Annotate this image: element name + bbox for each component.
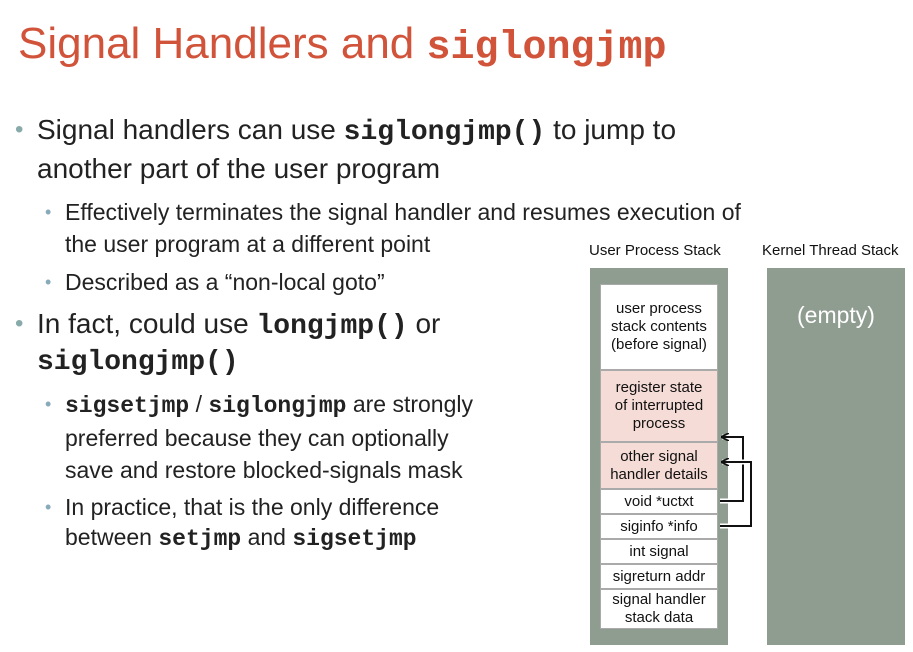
frame-int-signal: int signal xyxy=(600,539,718,564)
frame-other-signal-handler-details: other signal handler details xyxy=(600,442,718,489)
bullet-1-line-2: another part of the user program xyxy=(37,153,441,184)
bullet-2-line-1: In fact, could use longjmp() or xyxy=(37,308,441,342)
bullet-dot-icon: • xyxy=(45,394,52,414)
frame-user-process-contents: user process stack contents (before signal… xyxy=(600,284,718,370)
slide-title: Signal Handlers and siglongjmp xyxy=(18,19,667,71)
pointer-arrows xyxy=(720,425,754,529)
frame-siginfo-info: siginfo *info xyxy=(600,514,718,539)
uctxt-pointer-arrow xyxy=(720,434,746,504)
bullet-dot-icon: • xyxy=(15,310,24,337)
frame-register-state: register state of interrupted process xyxy=(600,370,718,442)
frame-signal-handler-stack-data: signal handler stack data xyxy=(600,589,718,629)
kernel-stack-label: Kernel Thread Stack xyxy=(762,242,899,259)
bullet-dot-icon: • xyxy=(45,272,52,292)
frame-void-uctxt: void *uctxt xyxy=(600,489,718,514)
bullet-1-line-1: Signal handlers can use siglongjmp() to … xyxy=(37,114,677,148)
kernel-thread-stack: (empty) xyxy=(767,268,905,645)
bullet-dot-icon: • xyxy=(45,497,52,517)
frame-sigreturn-addr: sigreturn addr xyxy=(600,564,718,589)
siginfo-pointer-arrow xyxy=(720,459,754,529)
user-stack-label: User Process Stack xyxy=(589,242,721,259)
kernel-stack-empty-label: (empty) xyxy=(797,302,875,328)
bullet-2-line-2: siglongjmp() xyxy=(37,347,239,378)
bullet-dot-icon: • xyxy=(15,116,24,143)
bullet-dot-icon: • xyxy=(45,202,52,222)
